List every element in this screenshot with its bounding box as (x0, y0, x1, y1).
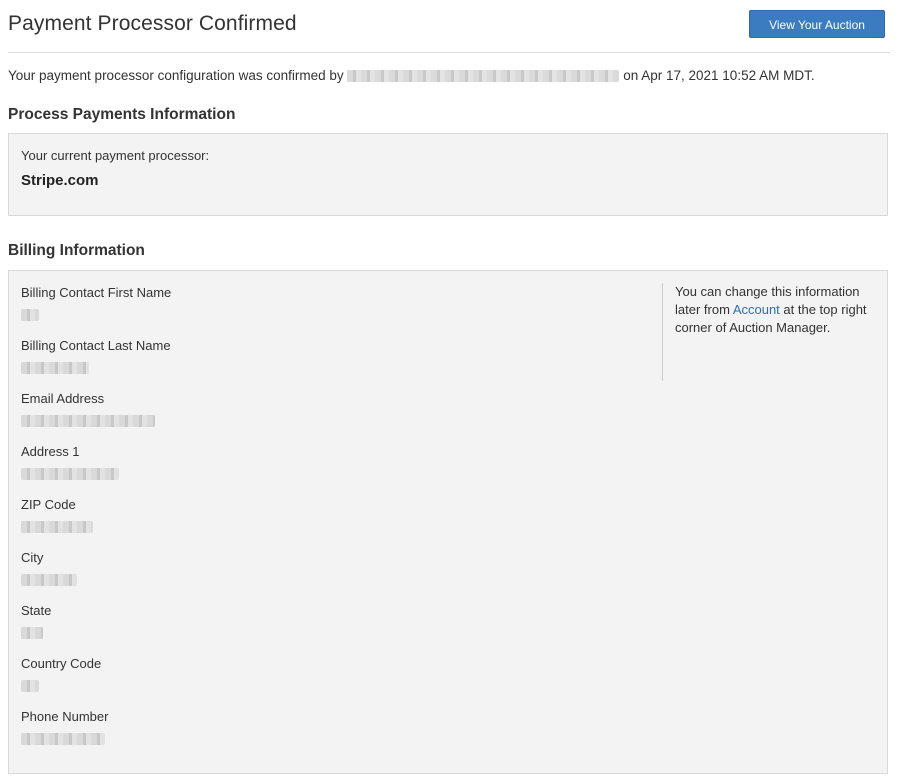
billing-information-heading: Billing Information (8, 242, 145, 259)
billing-change-note: You can change this information later fr… (662, 283, 880, 381)
process-payments-heading: Process Payments Information (8, 106, 236, 123)
redacted-confirmer-name (347, 70, 620, 83)
current-processor-value: Stripe.com (21, 172, 99, 189)
email-address-field: Email Address (21, 391, 155, 427)
zip-code-field: ZIP Code (21, 497, 93, 533)
page-title: Payment Processor Confirmed (8, 12, 297, 35)
state-field: State (21, 603, 52, 639)
page-header: Payment Processor Confirmed View Your Au… (8, 0, 890, 53)
confirmation-prefix: Your payment processor configuration was… (8, 68, 344, 83)
redacted-field-value (21, 571, 77, 586)
redacted-field-value (21, 465, 119, 480)
billing-first-name-field: Billing Contact First Name (21, 285, 172, 321)
address-1-field: Address 1 (21, 444, 119, 480)
billing-last-name-field: Billing Contact Last Name (21, 338, 171, 374)
field-label: Phone Number (21, 709, 109, 724)
confirmation-suffix: on Apr 17, 2021 10:52 AM MDT. (623, 68, 815, 83)
redacted-field-value (21, 677, 101, 692)
city-field: City (21, 550, 77, 586)
payment-processor-panel: Your current payment processor: Stripe.c… (8, 133, 888, 216)
field-label: Billing Contact Last Name (21, 338, 171, 353)
redacted-field-value (21, 412, 155, 427)
field-label: Country Code (21, 656, 102, 671)
field-label: ZIP Code (21, 497, 76, 512)
current-processor-label: Your current payment processor: (21, 148, 210, 163)
confirmation-message: Your payment processor configuration was… (8, 68, 815, 83)
field-label: Email Address (21, 391, 105, 406)
account-link[interactable]: Account (733, 302, 780, 317)
redacted-field-value (21, 730, 108, 745)
field-label: City (21, 550, 44, 565)
redacted-field-value (21, 306, 171, 321)
redacted-field-value (21, 624, 51, 639)
redacted-field-value (21, 518, 93, 533)
field-label: State (21, 603, 52, 618)
billing-information-panel: Billing Contact First Name Billing Conta… (8, 270, 888, 774)
field-label: Billing Contact First Name (21, 285, 172, 300)
view-your-auction-button[interactable]: View Your Auction (749, 10, 885, 38)
country-code-field: Country Code (21, 656, 102, 692)
redacted-field-value (21, 359, 171, 374)
field-label: Address 1 (21, 444, 80, 459)
phone-number-field: Phone Number (21, 709, 109, 745)
